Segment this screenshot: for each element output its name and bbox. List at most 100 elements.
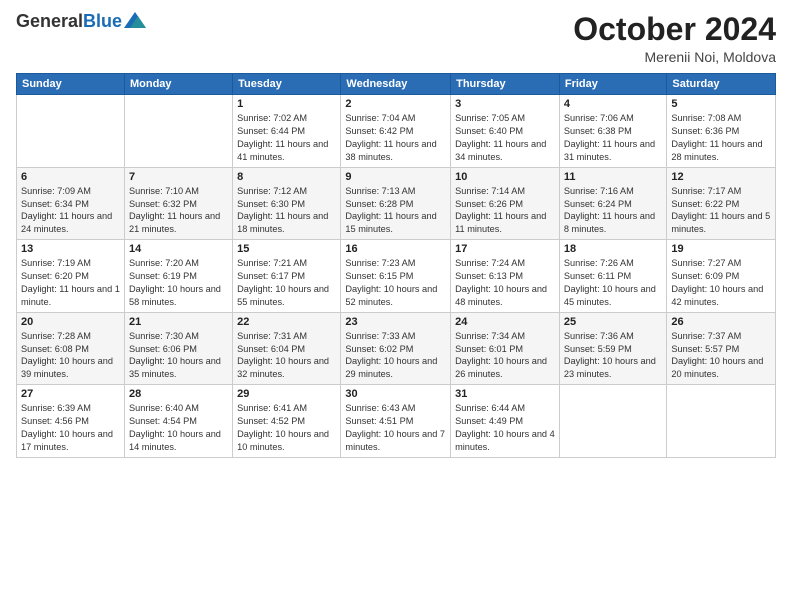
day-number: 10: [455, 171, 555, 183]
day-number: 25: [564, 316, 663, 328]
week-row-3: 13 Sunrise: 7:19 AM Sunset: 6:20 PM Dayli…: [17, 240, 776, 313]
table-cell: 11 Sunrise: 7:16 AM Sunset: 6:24 PM Dayli…: [559, 167, 667, 240]
day-number: 20: [21, 316, 120, 328]
day-info: Sunrise: 7:08 AM Sunset: 6:36 PM Dayligh…: [671, 112, 771, 164]
table-cell: 9 Sunrise: 7:13 AM Sunset: 6:28 PM Daylig…: [341, 167, 451, 240]
table-cell: 19Sunrise: 7:27 AM Sunset: 6:09 PM Dayli…: [667, 240, 776, 313]
week-row-4: 20 Sunrise: 7:28 AM Sunset: 6:08 PM Dayli…: [17, 312, 776, 385]
day-number: 12: [671, 171, 771, 183]
table-cell: 17Sunrise: 7:24 AM Sunset: 6:13 PM Dayli…: [451, 240, 560, 313]
day-info: Sunrise: 7:30 AM Sunset: 6:06 PM Dayligh…: [129, 330, 228, 382]
day-number: 13: [21, 243, 120, 255]
day-number: 27: [21, 388, 120, 400]
table-cell: 30 Sunrise: 6:43 AM Sunset: 4:51 PM Dayli…: [341, 385, 451, 458]
day-number: 26: [671, 316, 771, 328]
day-number: 6: [21, 171, 120, 183]
table-cell: 3 Sunrise: 7:05 AM Sunset: 6:40 PM Daylig…: [451, 95, 560, 168]
logo-general: General: [16, 11, 83, 31]
day-info: Sunrise: 7:21 AM Sunset: 6:17 PM Dayligh…: [237, 257, 336, 309]
table-cell: 27 Sunrise: 6:39 AM Sunset: 4:56 PM Dayli…: [17, 385, 125, 458]
day-number: 4: [564, 98, 663, 110]
table-cell: 6Sunrise: 7:09 AM Sunset: 6:34 PM Daylig…: [17, 167, 125, 240]
table-cell: 22 Sunrise: 7:31 AM Sunset: 6:04 PM Dayli…: [233, 312, 341, 385]
logo: GeneralBlue: [16, 12, 146, 32]
day-number: 7: [129, 171, 228, 183]
table-cell: 21Sunrise: 7:30 AM Sunset: 6:06 PM Dayli…: [124, 312, 232, 385]
day-info: Sunrise: 6:43 AM Sunset: 4:51 PM Dayligh…: [345, 402, 446, 454]
page: GeneralBlue October 2024 Merenii Noi, Mo…: [0, 0, 792, 612]
day-info: Sunrise: 6:39 AM Sunset: 4:56 PM Dayligh…: [21, 402, 120, 454]
day-number: 19: [671, 243, 771, 255]
header-friday: Friday: [559, 74, 667, 95]
day-number: 30: [345, 388, 446, 400]
day-number: 14: [129, 243, 228, 255]
day-info: Sunrise: 7:33 AM Sunset: 6:02 PM Dayligh…: [345, 330, 446, 382]
day-number: 31: [455, 388, 555, 400]
logo-icon: [124, 12, 146, 28]
table-cell: [17, 95, 125, 168]
day-number: 11: [564, 171, 663, 183]
table-cell: 2Sunrise: 7:04 AM Sunset: 6:42 PM Daylig…: [341, 95, 451, 168]
table-cell: 31 Sunrise: 6:44 AM Sunset: 4:49 PM Dayli…: [451, 385, 560, 458]
table-cell: 24Sunrise: 7:34 AM Sunset: 6:01 PM Dayli…: [451, 312, 560, 385]
table-cell: 5 Sunrise: 7:08 AM Sunset: 6:36 PM Daylig…: [667, 95, 776, 168]
day-number: 22: [237, 316, 336, 328]
month-title: October 2024: [573, 12, 776, 47]
table-cell: 12 Sunrise: 7:17 AM Sunset: 6:22 PM Dayli…: [667, 167, 776, 240]
weekday-header-row: Sunday Monday Tuesday Wednesday Thursday…: [17, 74, 776, 95]
header-wednesday: Wednesday: [341, 74, 451, 95]
header: GeneralBlue October 2024 Merenii Noi, Mo…: [16, 12, 776, 65]
table-cell: 25 Sunrise: 7:36 AM Sunset: 5:59 PM Dayli…: [559, 312, 667, 385]
day-info: Sunrise: 6:41 AM Sunset: 4:52 PM Dayligh…: [237, 402, 336, 454]
day-info: Sunrise: 7:13 AM Sunset: 6:28 PM Dayligh…: [345, 185, 446, 237]
table-cell: [559, 385, 667, 458]
table-cell: 26Sunrise: 7:37 AM Sunset: 5:57 PM Dayli…: [667, 312, 776, 385]
day-number: 18: [564, 243, 663, 255]
table-cell: 18Sunrise: 7:26 AM Sunset: 6:11 PM Dayli…: [559, 240, 667, 313]
day-number: 29: [237, 388, 336, 400]
day-info: Sunrise: 7:19 AM Sunset: 6:20 PM Dayligh…: [21, 257, 120, 309]
day-info: Sunrise: 7:10 AM Sunset: 6:32 PM Dayligh…: [129, 185, 228, 237]
table-cell: 29 Sunrise: 6:41 AM Sunset: 4:52 PM Dayli…: [233, 385, 341, 458]
header-thursday: Thursday: [451, 74, 560, 95]
day-info: Sunrise: 7:17 AM Sunset: 6:22 PM Dayligh…: [671, 185, 771, 237]
day-info: Sunrise: 7:14 AM Sunset: 6:26 PM Dayligh…: [455, 185, 555, 237]
day-number: 24: [455, 316, 555, 328]
header-monday: Monday: [124, 74, 232, 95]
header-saturday: Saturday: [667, 74, 776, 95]
day-info: Sunrise: 7:31 AM Sunset: 6:04 PM Dayligh…: [237, 330, 336, 382]
day-info: Sunrise: 7:16 AM Sunset: 6:24 PM Dayligh…: [564, 185, 663, 237]
table-cell: 28Sunrise: 6:40 AM Sunset: 4:54 PM Dayli…: [124, 385, 232, 458]
table-cell: 4 Sunrise: 7:06 AM Sunset: 6:38 PM Daylig…: [559, 95, 667, 168]
week-row-5: 27 Sunrise: 6:39 AM Sunset: 4:56 PM Dayli…: [17, 385, 776, 458]
day-info: Sunrise: 7:36 AM Sunset: 5:59 PM Dayligh…: [564, 330, 663, 382]
day-info: Sunrise: 7:04 AM Sunset: 6:42 PM Dayligh…: [345, 112, 446, 164]
day-info: Sunrise: 6:44 AM Sunset: 4:49 PM Dayligh…: [455, 402, 555, 454]
day-number: 9: [345, 171, 446, 183]
header-tuesday: Tuesday: [233, 74, 341, 95]
calendar-table: Sunday Monday Tuesday Wednesday Thursday…: [16, 73, 776, 458]
day-number: 8: [237, 171, 336, 183]
logo-blue: Blue: [83, 11, 122, 31]
week-row-2: 6Sunrise: 7:09 AM Sunset: 6:34 PM Daylig…: [17, 167, 776, 240]
day-info: Sunrise: 7:02 AM Sunset: 6:44 PM Dayligh…: [237, 112, 336, 164]
table-cell: 20 Sunrise: 7:28 AM Sunset: 6:08 PM Dayli…: [17, 312, 125, 385]
day-info: Sunrise: 7:28 AM Sunset: 6:08 PM Dayligh…: [21, 330, 120, 382]
day-number: 23: [345, 316, 446, 328]
week-row-1: 1 Sunrise: 7:02 AM Sunset: 6:44 PM Daylig…: [17, 95, 776, 168]
table-cell: [667, 385, 776, 458]
day-number: 28: [129, 388, 228, 400]
day-number: 3: [455, 98, 555, 110]
day-number: 1: [237, 98, 336, 110]
table-cell: 10 Sunrise: 7:14 AM Sunset: 6:26 PM Dayli…: [451, 167, 560, 240]
table-cell: [124, 95, 232, 168]
header-sunday: Sunday: [17, 74, 125, 95]
table-cell: 13 Sunrise: 7:19 AM Sunset: 6:20 PM Dayli…: [17, 240, 125, 313]
day-info: Sunrise: 7:05 AM Sunset: 6:40 PM Dayligh…: [455, 112, 555, 164]
day-info: Sunrise: 7:24 AM Sunset: 6:13 PM Dayligh…: [455, 257, 555, 309]
day-number: 15: [237, 243, 336, 255]
day-info: Sunrise: 7:06 AM Sunset: 6:38 PM Dayligh…: [564, 112, 663, 164]
table-cell: 15 Sunrise: 7:21 AM Sunset: 6:17 PM Dayli…: [233, 240, 341, 313]
title-block: October 2024 Merenii Noi, Moldova: [573, 12, 776, 65]
day-number: 5: [671, 98, 771, 110]
